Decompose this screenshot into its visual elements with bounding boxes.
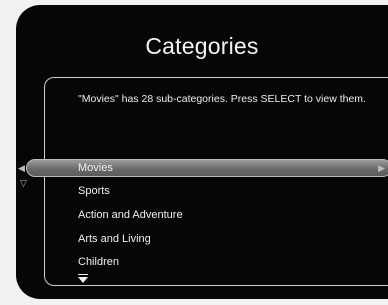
chevron-right-icon: ▶ — [378, 163, 385, 173]
scroll-down-icon[interactable] — [78, 274, 88, 283]
menu-item-action-adventure[interactable]: Action and Adventure — [78, 206, 183, 224]
tivo-screen: Categories "Movies" has 28 sub-categorie… — [16, 5, 388, 299]
menu-item-arts-living[interactable]: Arts and Living — [78, 230, 151, 248]
chevron-left-icon: ◀ — [18, 163, 25, 173]
menu-item-movies[interactable]: Movies — [78, 159, 113, 177]
page-title: Categories — [145, 33, 259, 59]
menu-item-children[interactable]: Children — [78, 253, 119, 271]
info-text: "Movies" has 28 sub-categories. Press SE… — [78, 93, 366, 105]
menu-item-sports[interactable]: Sports — [78, 182, 110, 200]
chevron-down-icon: ▽ — [20, 178, 27, 188]
